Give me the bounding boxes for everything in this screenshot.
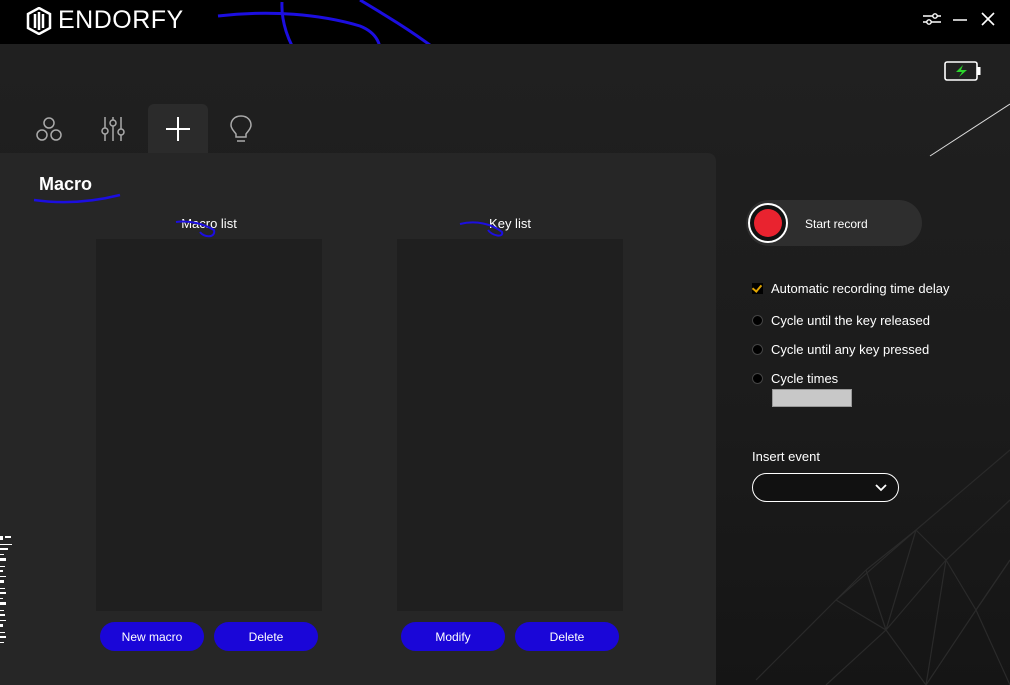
close-icon: [981, 12, 995, 26]
plus-icon: [166, 117, 190, 141]
close-button[interactable]: [976, 8, 1000, 30]
decorative-line: [929, 103, 1010, 157]
barcode-decoration: [0, 536, 12, 643]
battery-charging-icon: [944, 61, 981, 81]
cycle-times-input[interactable]: [772, 389, 852, 407]
cycle-times-label: Cycle times: [771, 371, 839, 386]
settings-sliders-icon: [923, 13, 941, 25]
delete-macro-button[interactable]: Delete: [214, 622, 318, 651]
circles-icon: [36, 117, 62, 141]
settings-button[interactable]: [920, 8, 944, 30]
tab-macro[interactable]: [148, 104, 208, 154]
auto-delay-checkbox[interactable]: Automatic recording time delay: [752, 281, 949, 296]
macro-list[interactable]: [96, 239, 322, 611]
key-title-scribble: [459, 221, 504, 237]
title-underline-scribble: [33, 193, 121, 204]
minimize-icon: [953, 19, 967, 21]
record-icon: [748, 203, 788, 243]
delete-key-button[interactable]: Delete: [515, 622, 619, 651]
new-macro-button[interactable]: New macro: [100, 622, 204, 651]
tab-settings[interactable]: [84, 104, 142, 154]
battery-indicator: [944, 60, 982, 87]
brand-name: ENDORFY: [58, 6, 184, 34]
cycle-times-radio[interactable]: Cycle times: [752, 371, 838, 386]
cycle-any-radio[interactable]: Cycle until any key pressed: [752, 342, 929, 357]
tab-lighting[interactable]: [212, 104, 270, 154]
key-list-title: Key list: [489, 216, 531, 231]
endorfy-logo-icon: [26, 6, 52, 35]
start-record-label: Start record: [805, 217, 868, 231]
auto-delay-label: Automatic recording time delay: [771, 281, 950, 296]
radio-icon: [752, 373, 763, 384]
cycle-release-label: Cycle until the key released: [771, 313, 930, 328]
cycle-any-label: Cycle until any key pressed: [771, 342, 930, 357]
checkbox-checked-icon: [752, 283, 763, 294]
radio-icon: [752, 344, 763, 355]
minimize-button[interactable]: [948, 8, 972, 30]
chevron-down-icon: [875, 484, 887, 492]
record-dot: [754, 209, 782, 237]
insert-event-select[interactable]: [752, 473, 899, 502]
macro-title-scribble: [175, 220, 216, 238]
key-list[interactable]: [397, 239, 623, 611]
cycle-release-radio[interactable]: Cycle until the key released: [752, 313, 930, 328]
radio-icon: [752, 315, 763, 326]
start-record-button[interactable]: Start record: [746, 200, 922, 246]
bulb-icon: [230, 115, 252, 142]
brand-logo: ENDORFY: [26, 6, 184, 35]
modify-key-button[interactable]: Modify: [401, 622, 505, 651]
sliders-icon: [101, 117, 125, 141]
tab-profiles[interactable]: [20, 104, 78, 154]
insert-event-label: Insert event: [752, 449, 820, 464]
